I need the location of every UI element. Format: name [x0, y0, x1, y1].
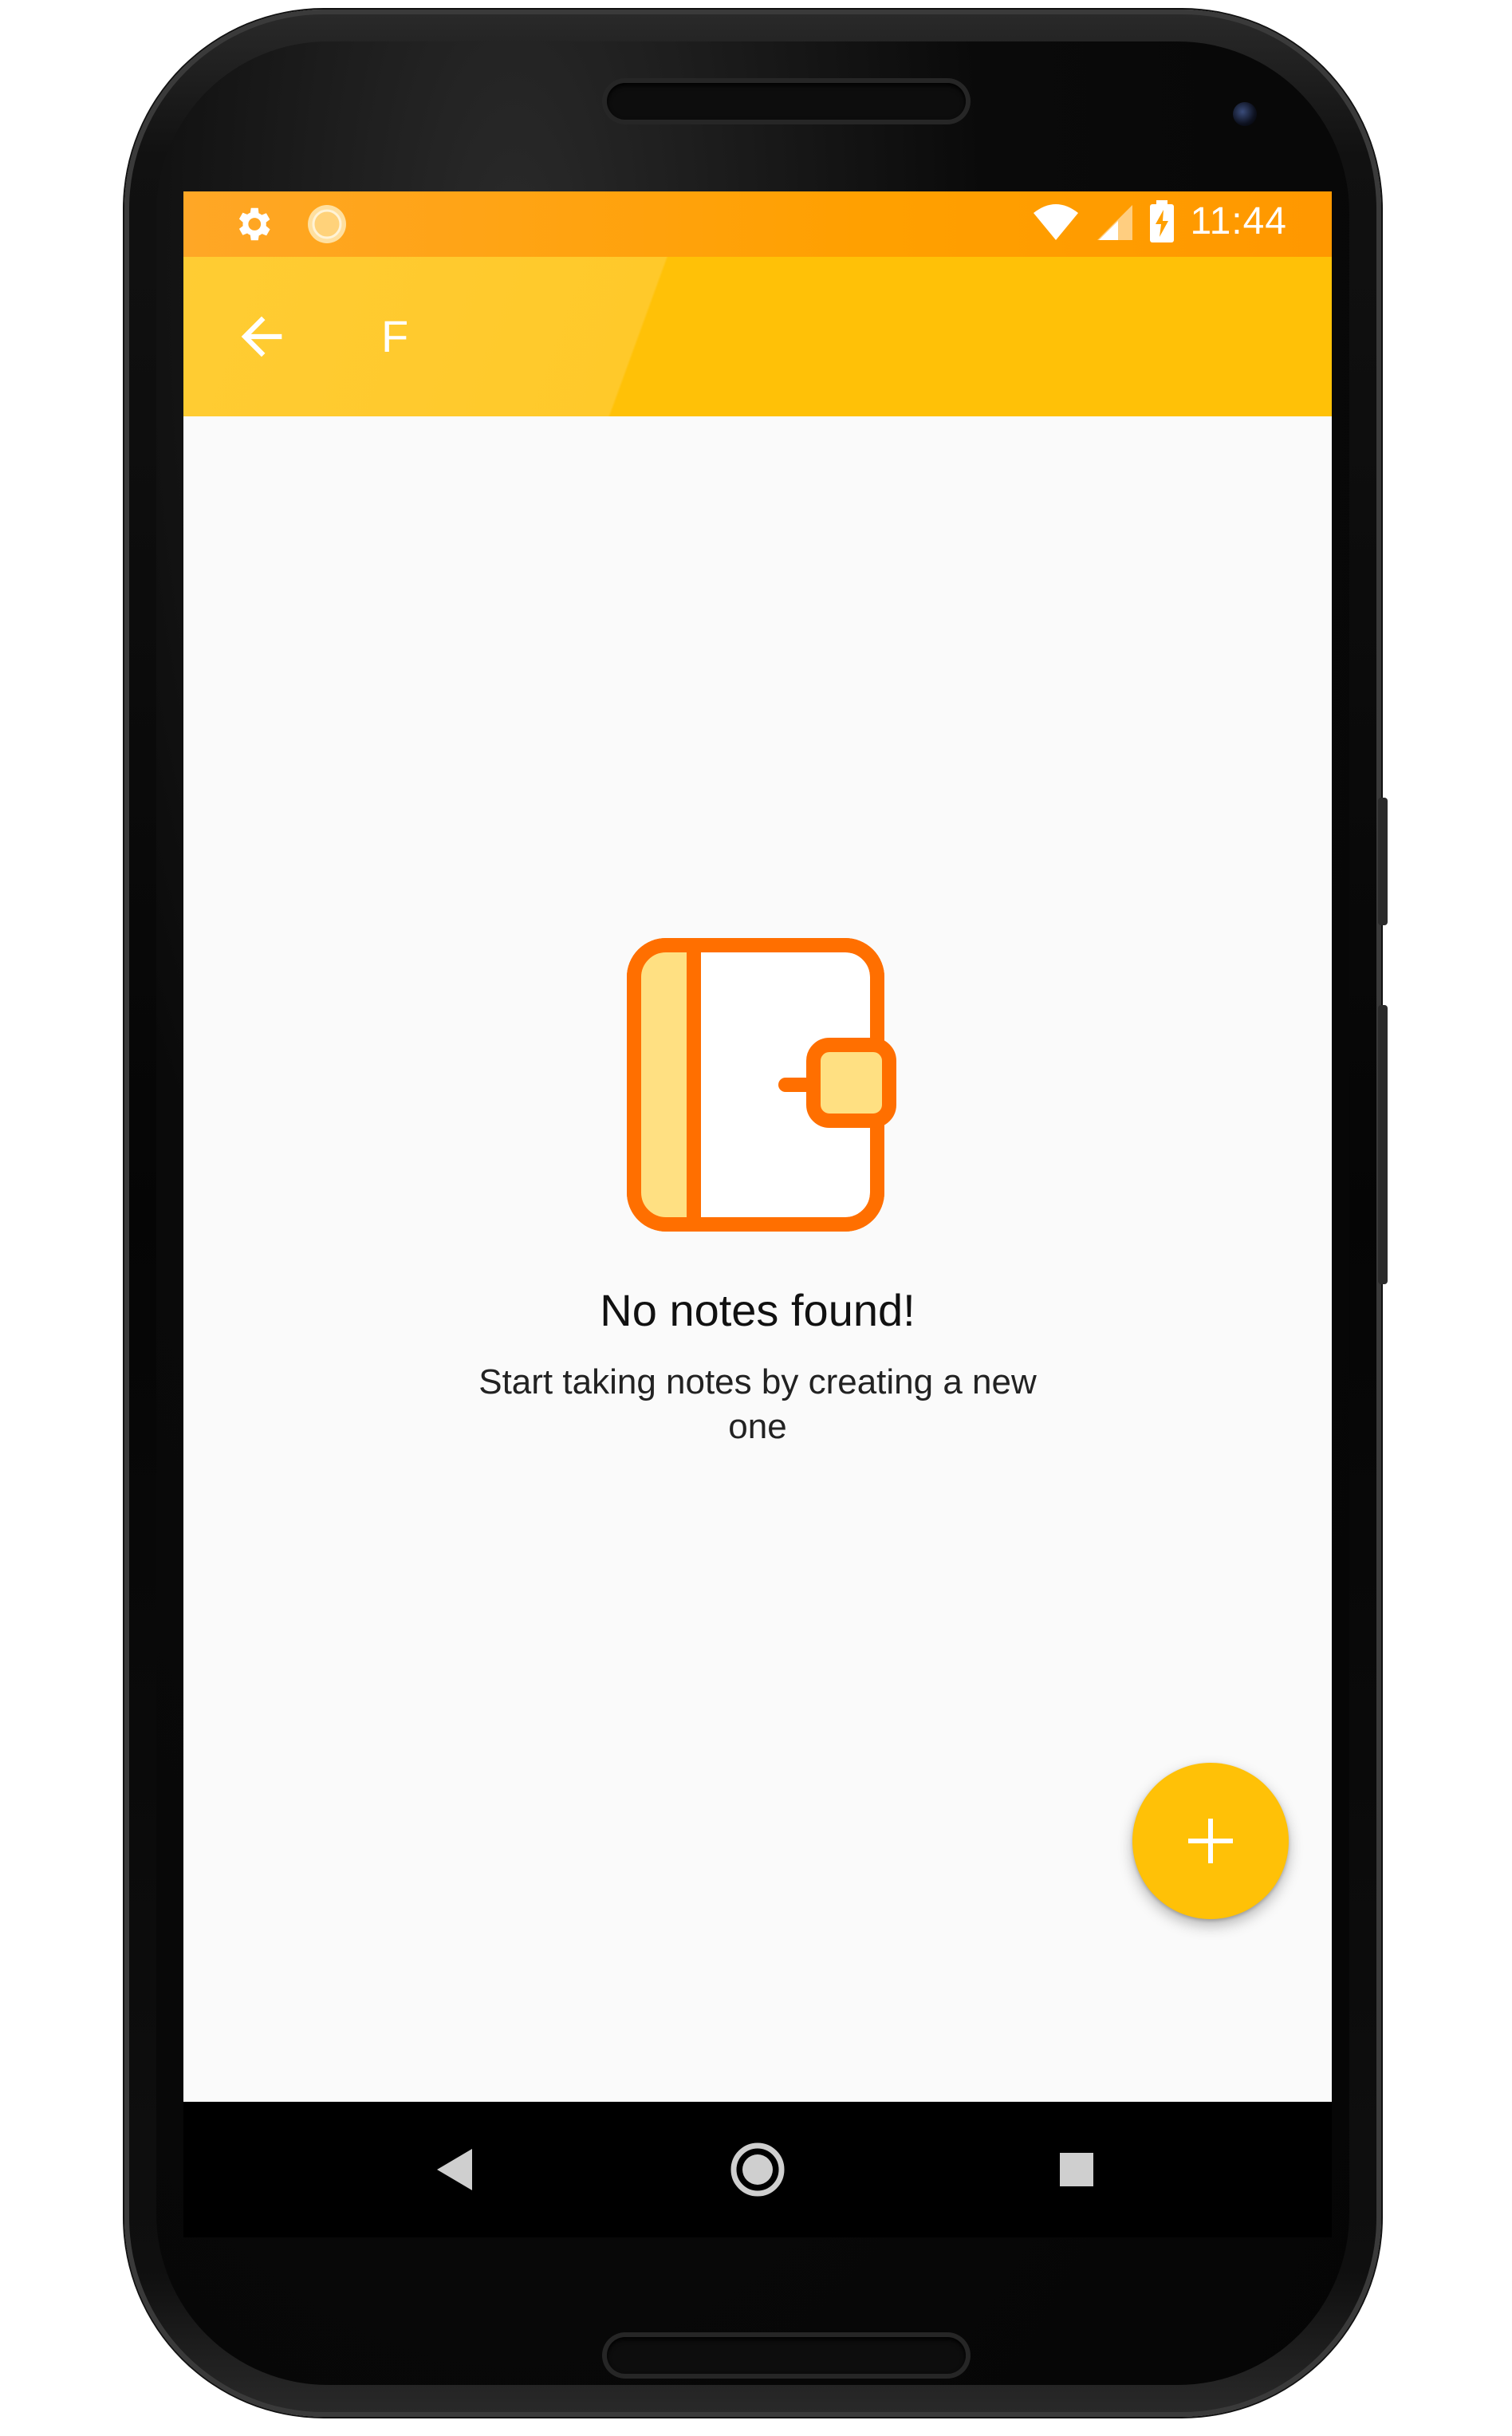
plus-icon — [1188, 1819, 1233, 1863]
status-bar: 11:44 — [183, 191, 1332, 257]
app-bar: F — [183, 257, 1332, 416]
top-speaker — [607, 83, 966, 120]
home-circle-icon[interactable] — [726, 2138, 789, 2201]
arrow-back-icon[interactable] — [231, 306, 292, 367]
screen: 11:44 F No notes found! Start taking not… — [183, 191, 1332, 2102]
recents-square-icon[interactable] — [1045, 2138, 1108, 2201]
status-left-icons — [231, 203, 348, 246]
notification-dot-icon — [308, 205, 346, 243]
volume-button — [1378, 798, 1388, 925]
notebook-icon — [627, 938, 896, 1232]
wifi-icon — [1034, 203, 1079, 240]
add-note-button[interactable] — [1132, 1763, 1289, 1919]
navigation-bar — [183, 2102, 1332, 2237]
status-time: 11:44 — [1190, 200, 1287, 242]
status-right-icons: 11:44 — [1032, 199, 1287, 243]
back-triangle-icon[interactable] — [423, 2138, 486, 2201]
bottom-speaker — [607, 2337, 966, 2374]
battery-charging-icon — [1150, 199, 1175, 242]
front-camera — [1233, 102, 1257, 126]
power-button — [1378, 1005, 1388, 1284]
page-title: F — [381, 311, 409, 361]
empty-state-subtitle: Start taking notes by creating a new one — [478, 1362, 1037, 1446]
gear-icon — [238, 207, 270, 241]
empty-state-title: No notes found! — [600, 1285, 915, 1335]
cellular-signal-icon — [1097, 204, 1133, 240]
